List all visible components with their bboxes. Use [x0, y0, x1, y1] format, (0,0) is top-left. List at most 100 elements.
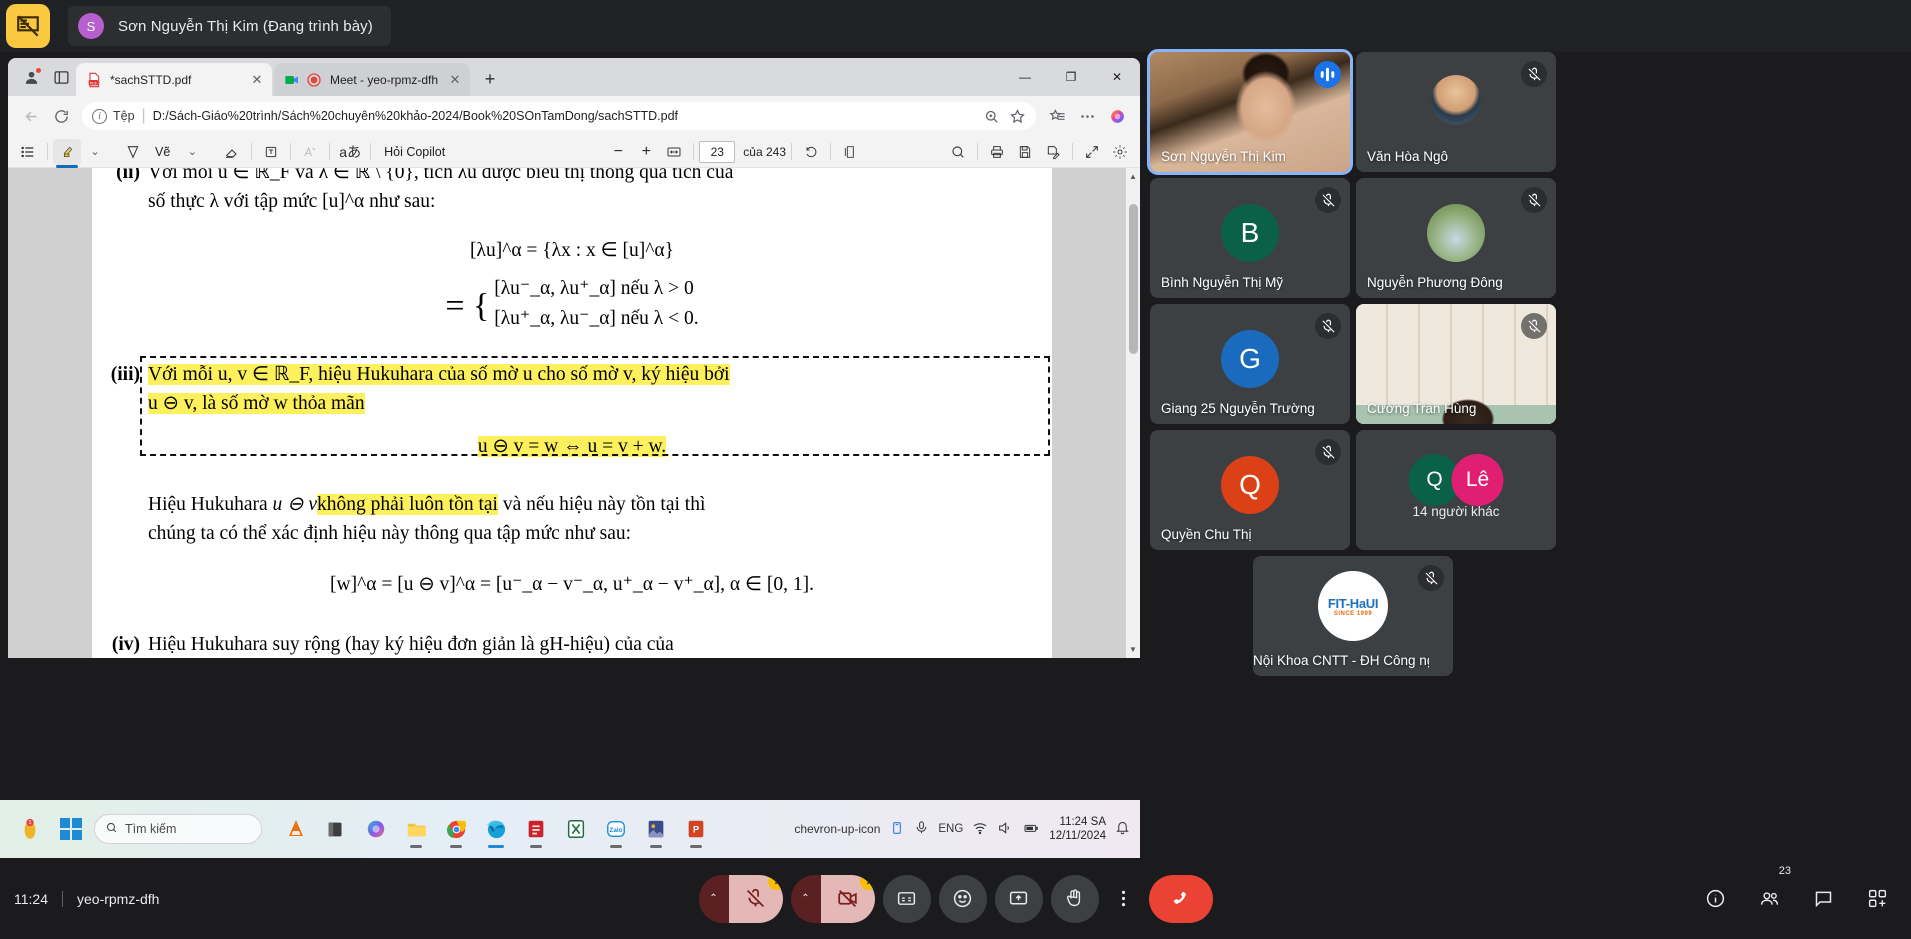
participant-tile-others[interactable]: Q Lê 14 người khác [1356, 430, 1556, 550]
save-as-icon[interactable] [1039, 139, 1067, 165]
equation-case: [λu⁺_α, λu⁻_α] nếu λ < 0. [494, 308, 699, 329]
microphone-icon[interactable] [914, 820, 929, 838]
participant-tile[interactable]: FIT-HaUI SINCE 1999 Nội Khoa CNTT - ĐH C… [1253, 556, 1453, 676]
expand-icon[interactable] [1078, 139, 1106, 165]
pdf-viewport[interactable]: (ii) Với mỗi u ∈ ℝ_F và λ ∈ ℝ \ {0}, tíc… [8, 168, 1140, 658]
ask-copilot-button[interactable]: Hỏi Copilot [376, 145, 453, 159]
zoom-out-button[interactable]: − [604, 139, 632, 165]
scrollbar-thumb[interactable] [1129, 204, 1138, 354]
omnibox-actions [978, 103, 1030, 129]
star-icon[interactable] [1004, 103, 1030, 129]
gear-icon[interactable] [1106, 139, 1134, 165]
leave-call-button[interactable] [1148, 874, 1213, 923]
signature-icon[interactable] [296, 139, 324, 165]
microphone-control-group[interactable]: ⌃ ! [698, 874, 783, 923]
eraser-icon[interactable] [218, 139, 246, 165]
taskbar-app-excel[interactable] [557, 808, 595, 850]
taskbar-left-app[interactable]: 1 [0, 816, 60, 842]
draw-chevron-down-icon[interactable]: ⌄ [178, 139, 206, 165]
scroll-up-arrow-icon[interactable]: ▲ [1128, 172, 1138, 181]
taskbar-app-copilot[interactable] [357, 808, 395, 850]
participant-tile[interactable]: G Giang 25 Nguyễn Trường [1150, 304, 1350, 424]
table-of-contents-icon[interactable] [14, 139, 42, 165]
pen-icon[interactable] [119, 139, 147, 165]
zoom-in-button[interactable]: + [632, 139, 660, 165]
wifi-icon[interactable] [972, 820, 988, 839]
fit-width-icon[interactable] [660, 139, 688, 165]
browser-tab-meet[interactable]: Meet - yeo-rpmz-dfh ✕ [274, 63, 470, 96]
minimize-button[interactable]: — [1002, 58, 1048, 96]
screen-share-off-icon[interactable] [6, 4, 50, 48]
present-now-button[interactable] [994, 874, 1043, 923]
microphone-muted-button[interactable]: ! [728, 874, 783, 923]
taskbar-app-zalo[interactable]: Zalo [597, 808, 635, 850]
pdf-scrollbar[interactable]: ▲ ▼ [1126, 168, 1140, 658]
profile-icon[interactable] [16, 62, 46, 92]
close-icon[interactable]: ✕ [248, 71, 266, 89]
scroll-down-arrow-icon[interactable]: ▼ [1128, 645, 1138, 654]
camera-options-arrow[interactable]: ⌃ [790, 874, 821, 923]
participant-tile[interactable]: Văn Hòa Ngô [1356, 52, 1556, 172]
participant-tile[interactable]: B Bình Nguyễn Thị Mỹ [1150, 178, 1350, 298]
collections-icon[interactable] [1042, 101, 1072, 131]
ellipsis-icon[interactable] [1072, 101, 1102, 131]
draw-label[interactable]: Vẽ [147, 145, 178, 159]
svg-text:P: P [693, 825, 699, 835]
highlight-chevron-down-icon[interactable]: ⌄ [81, 139, 109, 165]
info-icon[interactable]: i [92, 108, 107, 124]
taskbar-app-vlc[interactable] [277, 808, 315, 850]
volume-icon[interactable] [997, 820, 1013, 839]
participant-tile[interactable]: Cường Trần Hùng [1356, 304, 1556, 424]
maximize-button[interactable]: ❐ [1048, 58, 1094, 96]
zoom-icon[interactable] [978, 103, 1004, 129]
participant-tile[interactable]: Q Quyền Chu Thị [1150, 430, 1350, 550]
search-input[interactable]: Tìm kiếm [94, 814, 262, 844]
address-bar[interactable]: i Tệp | D:/Sách-Giáo%20trình/Sách%20chuy… [82, 102, 1036, 130]
highlighter-icon[interactable] [53, 138, 81, 168]
taskbar-app-chrome[interactable] [437, 808, 475, 850]
taskbar-app-file-explorer[interactable] [397, 808, 435, 850]
close-icon[interactable]: ✕ [446, 71, 464, 89]
meeting-details-button[interactable] [1695, 879, 1735, 919]
onedrive-icon[interactable] [889, 820, 905, 839]
page-number-input[interactable]: 23 [699, 140, 736, 163]
chat-button[interactable] [1803, 879, 1843, 919]
reload-icon[interactable] [46, 101, 76, 131]
taskbar-app-pdf-reader[interactable] [517, 808, 555, 850]
save-icon[interactable] [1011, 139, 1039, 165]
camera-control-group[interactable]: ⌃ ! [790, 874, 875, 923]
print-icon[interactable] [983, 139, 1011, 165]
windows-start-icon[interactable] [60, 818, 82, 840]
language-indicator[interactable]: ENG [938, 823, 963, 835]
add-text-icon[interactable] [257, 139, 285, 165]
participant-tile[interactable]: Sơn Nguyễn Thị Kim [1147, 49, 1353, 175]
browser-tab-pdf[interactable]: PDF *sachSTTD.pdf ✕ [76, 63, 272, 96]
tab-list-icon[interactable] [46, 62, 76, 92]
taskbar-clock[interactable]: 11:24 SA 12/11/2024 [1049, 815, 1106, 843]
people-button[interactable]: 23 [1749, 864, 1791, 919]
taskbar-app-photos[interactable] [637, 808, 675, 850]
read-aloud-icon[interactable]: aあ [335, 139, 365, 165]
chevron-up-icon[interactable]: chevron-up-icon [794, 822, 880, 836]
new-tab-button[interactable]: + [476, 65, 504, 93]
mic-options-arrow[interactable]: ⌃ [698, 874, 729, 923]
close-window-button[interactable]: ✕ [1094, 58, 1140, 96]
copilot-icon[interactable] [1102, 101, 1132, 131]
camera-off-button[interactable]: ! [820, 874, 875, 923]
page-layout-icon[interactable] [836, 139, 864, 165]
raise-hand-button[interactable] [1050, 874, 1099, 923]
participant-tile[interactable]: Nguyễn Phương Đông [1356, 178, 1556, 298]
battery-icon[interactable] [1022, 820, 1040, 839]
activities-button[interactable] [1857, 879, 1897, 919]
presenting-status-pill[interactable]: S Sơn Nguyễn Thị Kim (Đang trình bày) [68, 6, 391, 46]
rotate-icon[interactable] [797, 139, 825, 165]
bell-icon[interactable] [1115, 820, 1130, 838]
taskbar-app-file-explorer-dark[interactable] [317, 808, 355, 850]
search-icon[interactable] [944, 139, 972, 165]
captions-button[interactable] [882, 874, 931, 923]
emoji-reaction-button[interactable] [938, 874, 987, 923]
taskbar-app-edge[interactable] [477, 808, 515, 850]
more-options-button[interactable] [1107, 875, 1141, 923]
back-arrow-icon[interactable] [16, 101, 46, 131]
taskbar-app-powerpoint[interactable]: P [677, 808, 715, 850]
